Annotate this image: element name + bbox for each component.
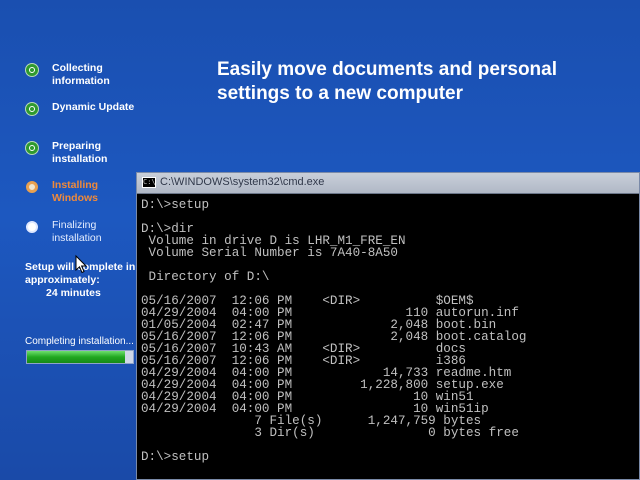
mouse-pointer-icon bbox=[75, 254, 88, 274]
cmd-line bbox=[141, 211, 639, 223]
step-done-icon bbox=[26, 103, 38, 115]
cmd-line: Volume Serial Number is 7A40-8A50 bbox=[141, 246, 398, 260]
progress-fill bbox=[27, 351, 125, 363]
cmd-line: 3 Dir(s) 0 bytes free bbox=[141, 426, 519, 440]
progress-label: Completing installation... bbox=[25, 336, 134, 347]
step-label: Dynamic Update bbox=[52, 101, 135, 113]
cmd-line: D:\>setup bbox=[141, 198, 210, 212]
step-current-icon bbox=[26, 181, 38, 193]
console-icon[interactable]: C:\ bbox=[142, 177, 156, 188]
step-pending-icon bbox=[26, 221, 38, 233]
step-collecting-information: Collecting information bbox=[26, 62, 136, 96]
cmd-output[interactable]: D:\>setup D:\>dir Volume in drive D is LH… bbox=[141, 198, 639, 464]
step-finalizing-installation: Finalizing installation bbox=[26, 219, 136, 253]
cmd-line bbox=[141, 439, 639, 451]
cmd-titlebar[interactable]: C:\ C:\WINDOWS\system32\cmd.exe bbox=[137, 173, 639, 194]
step-label: Preparing installation bbox=[52, 140, 108, 165]
step-label: Finalizing installation bbox=[52, 219, 102, 244]
step-label: Collecting information bbox=[52, 62, 110, 87]
step-done-icon bbox=[26, 142, 38, 154]
progress-bar bbox=[26, 350, 134, 364]
step-preparing-installation: Preparing installation bbox=[26, 140, 136, 174]
page-headline: Easily move documents and personal setti… bbox=[217, 59, 557, 104]
step-done-icon bbox=[26, 64, 38, 76]
cmd-title: C:\WINDOWS\system32\cmd.exe bbox=[160, 176, 325, 188]
cmd-line: D:\>setup bbox=[141, 450, 210, 464]
cmd-line: Directory of D:\ bbox=[141, 270, 270, 284]
cmd-window[interactable]: C:\ C:\WINDOWS\system32\cmd.exe D:\>setu… bbox=[136, 172, 640, 480]
eta-minutes: 24 minutes bbox=[46, 287, 101, 299]
step-dynamic-update: Dynamic Update bbox=[26, 101, 136, 135]
step-installing-windows: Installing Windows bbox=[26, 179, 136, 213]
step-label: Installing Windows bbox=[52, 179, 99, 204]
